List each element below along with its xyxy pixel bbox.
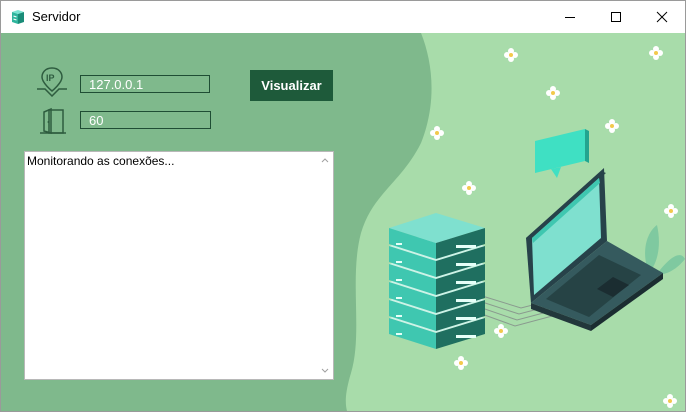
door-icon — [40, 107, 66, 134]
port-input-value: 60 — [89, 113, 104, 128]
minimize-icon — [565, 17, 575, 18]
chevron-down-icon[interactable] — [320, 366, 330, 376]
minimize-button[interactable] — [547, 1, 593, 33]
close-icon — [656, 11, 668, 23]
maximize-icon — [611, 12, 621, 22]
app-window: Servidor IP 127.0.0.1 60 Visualizar Moni… — [0, 0, 686, 412]
ip-input[interactable]: 127.0.0.1 — [80, 75, 210, 93]
vertical-scrollbar[interactable] — [317, 152, 333, 379]
server-app-icon — [12, 10, 24, 24]
client-area: IP 127.0.0.1 60 Visualizar Monitorando a… — [1, 33, 685, 411]
ip-location-icon: IP — [37, 67, 67, 97]
log-text: Monitorando as conexões... — [27, 154, 175, 168]
close-button[interactable] — [639, 1, 685, 33]
ip-input-value: 127.0.0.1 — [89, 77, 144, 92]
chevron-up-icon[interactable] — [320, 155, 330, 165]
visualize-button[interactable]: Visualizar — [250, 70, 333, 101]
title-bar[interactable]: Servidor — [1, 1, 685, 33]
svg-text:IP: IP — [46, 73, 55, 83]
window-title: Servidor — [32, 9, 81, 24]
maximize-button[interactable] — [593, 1, 639, 33]
server-stack-illustration — [389, 213, 485, 349]
connection-log-textarea[interactable]: Monitorando as conexões... — [24, 151, 334, 380]
port-input[interactable]: 60 — [80, 111, 211, 129]
